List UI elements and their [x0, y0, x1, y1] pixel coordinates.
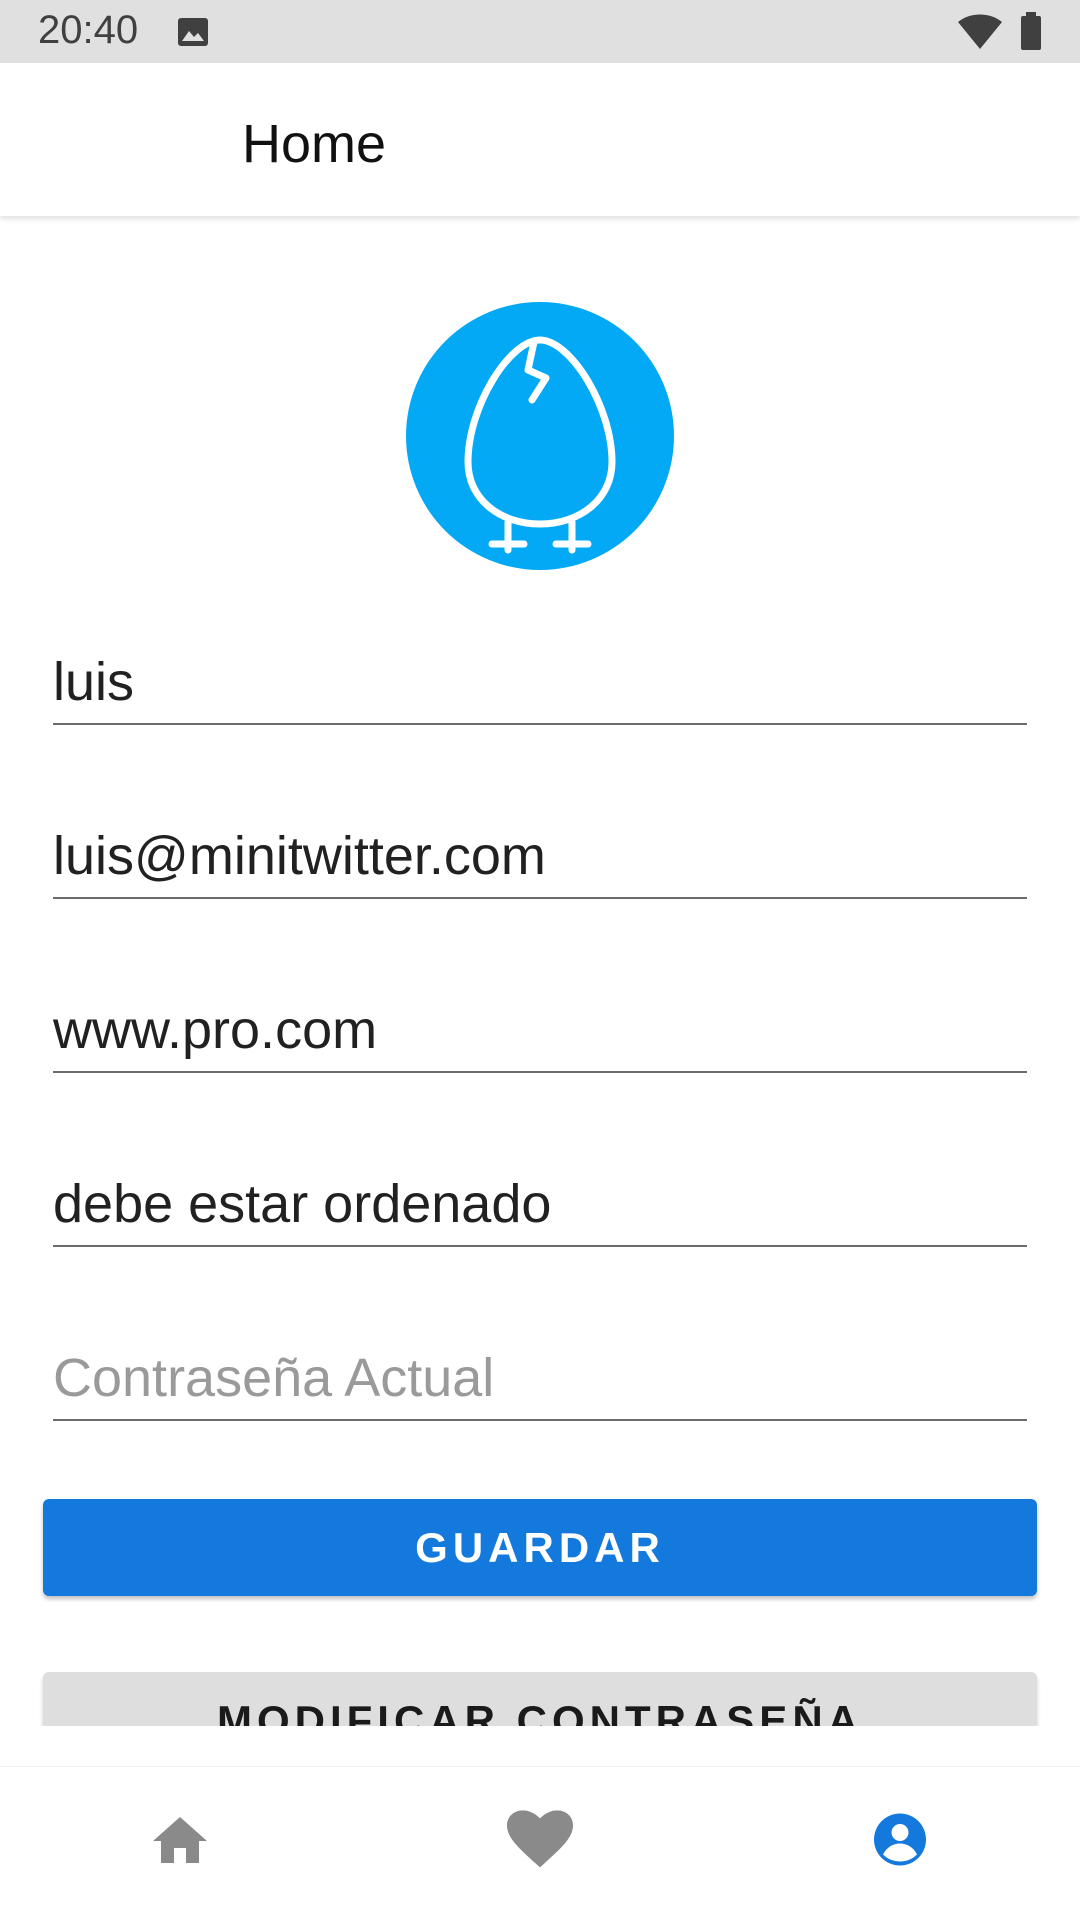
- username-input[interactable]: [53, 651, 1027, 713]
- current-password-field[interactable]: [53, 1339, 1027, 1421]
- home-icon: [153, 1817, 207, 1863]
- save-button[interactable]: GUARDAR: [43, 1499, 1037, 1596]
- profile-form-content: GUARDAR MODIFICAR CONTRASEÑA: [0, 216, 1080, 1726]
- page-title: Home: [242, 114, 387, 174]
- nav-item-home[interactable]: [0, 1767, 360, 1920]
- change-password-button[interactable]: MODIFICAR CONTRASEÑA: [43, 1672, 1037, 1726]
- heart-icon: [507, 1810, 573, 1868]
- current-password-input[interactable]: [53, 1347, 1027, 1409]
- image-icon: [178, 18, 208, 46]
- bottom-navigation: [0, 1766, 1080, 1920]
- avatar[interactable]: [406, 302, 674, 570]
- status-bar: 20:40: [0, 0, 1080, 63]
- website-field[interactable]: [53, 991, 1027, 1073]
- battery-icon: [1021, 12, 1041, 50]
- description-input[interactable]: [53, 1173, 1027, 1235]
- egg-chick-icon: [464, 336, 616, 554]
- website-input[interactable]: [53, 999, 1027, 1061]
- nav-item-favorites[interactable]: [360, 1767, 720, 1920]
- nav-item-profile[interactable]: [720, 1767, 1080, 1920]
- status-time: 20:40: [38, 8, 139, 52]
- description-field[interactable]: [53, 1165, 1027, 1247]
- app-bar: Home: [0, 63, 1080, 216]
- username-field[interactable]: [53, 643, 1027, 725]
- wifi-icon: [958, 14, 1002, 49]
- account-circle-icon: [874, 1813, 926, 1866]
- email-input[interactable]: [53, 825, 1027, 887]
- email-field[interactable]: [53, 817, 1027, 899]
- profile-screen: 20:40 Home luis luis@minitwitter.com www…: [0, 0, 1080, 1920]
